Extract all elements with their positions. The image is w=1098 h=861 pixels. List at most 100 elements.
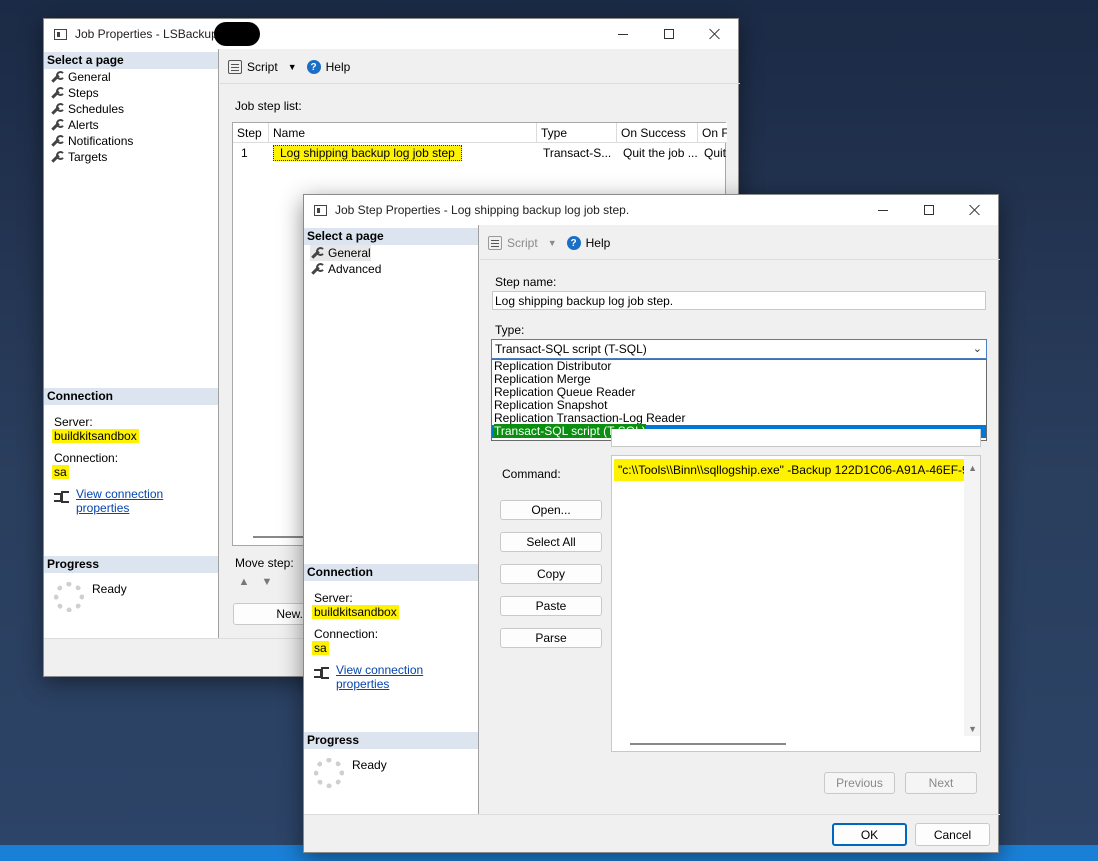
wrench-icon: [50, 151, 65, 163]
step-name-input[interactable]: [492, 291, 986, 310]
page-advanced[interactable]: Advanced: [310, 261, 381, 277]
progress-spinner-icon: [54, 582, 84, 612]
job-step-properties-window: Job Step Properties - Log shipping backu…: [303, 194, 1000, 853]
horizontal-scrollbar-thumb[interactable]: [630, 743, 786, 745]
ok-button[interactable]: OK: [832, 823, 907, 846]
cell-on-success[interactable]: Quit the job ...: [619, 143, 698, 163]
open-button[interactable]: Open...: [500, 500, 602, 520]
close-button[interactable]: [692, 19, 738, 49]
toolbar-separator: [480, 259, 1000, 260]
page-label: Schedules: [68, 102, 125, 116]
toolbar-separator: [220, 83, 740, 84]
wrench-icon: [50, 119, 65, 131]
script-icon: [488, 236, 502, 250]
view-connection-properties-link[interactable]: View connection properties: [76, 487, 218, 515]
script-icon: [228, 60, 242, 74]
job-toolbar: Script ▼ ? Help: [228, 55, 350, 79]
maximize-icon: [924, 205, 934, 215]
script-button[interactable]: Script: [247, 60, 278, 74]
step-window-title: Job Step Properties - Log shipping backu…: [335, 203, 630, 217]
previous-button[interactable]: Previous: [824, 772, 895, 794]
help-button[interactable]: Help: [326, 60, 351, 74]
progress-spinner-icon: [314, 758, 344, 788]
page-schedules[interactable]: Schedules: [50, 101, 124, 117]
paste-button[interactable]: Paste: [500, 596, 602, 616]
page-notifications[interactable]: Notifications: [50, 133, 133, 149]
page-label: General: [68, 70, 111, 84]
page-label: Alerts: [68, 118, 99, 132]
server-value: buildkitsandbox: [52, 429, 139, 443]
page-label: Advanced: [328, 262, 382, 276]
column-header-on-success[interactable]: On Success: [617, 123, 698, 143]
page-steps[interactable]: Steps: [50, 85, 99, 101]
select-page-header: Select a page: [304, 228, 478, 245]
next-button[interactable]: Next: [905, 772, 977, 794]
cancel-button[interactable]: Cancel: [915, 823, 990, 846]
step-name-label: Step name:: [495, 275, 557, 289]
wrench-icon: [50, 71, 65, 83]
parse-button[interactable]: Parse: [500, 628, 602, 648]
cell-on-failure[interactable]: Quit: [700, 143, 727, 163]
select-page-header: Select a page: [44, 52, 218, 69]
command-textarea[interactable]: "c:\\Tools\\Binn\\sqllogship.exe" -Backu…: [611, 455, 981, 752]
connection-label: Connection:: [314, 627, 379, 641]
close-button[interactable]: [952, 195, 998, 225]
page-alerts[interactable]: Alerts: [50, 117, 99, 133]
minimize-icon: [878, 209, 888, 211]
server-value: buildkitsandbox: [312, 605, 399, 619]
type-select[interactable]: Transact-SQL script (T-SQL) ⌄: [491, 339, 987, 359]
move-up-button[interactable]: ▲: [235, 573, 253, 591]
select-all-button[interactable]: Select All: [500, 532, 602, 552]
column-header-name[interactable]: Name: [269, 123, 537, 143]
scroll-up-icon[interactable]: ▲: [968, 459, 977, 477]
arrow-up-icon: ▲: [238, 576, 250, 588]
caret-down-icon[interactable]: ▼: [548, 238, 557, 248]
column-header-type[interactable]: Type: [537, 123, 617, 143]
arrow-down-icon: ▼: [261, 576, 273, 588]
page-general[interactable]: General: [310, 245, 371, 261]
wrench-icon: [50, 103, 65, 115]
redacted-block: [213, 22, 260, 46]
maximize-button[interactable]: [906, 195, 952, 225]
script-button[interactable]: Script: [507, 236, 538, 250]
progress-status: Ready: [352, 758, 387, 772]
connection-plug-icon: [54, 489, 69, 503]
minimize-button[interactable]: [600, 19, 646, 49]
vertical-scrollbar[interactable]: [964, 456, 980, 736]
chevron-down-icon: ⌄: [972, 343, 982, 355]
caret-down-icon[interactable]: ▼: [288, 62, 297, 72]
step-left-pane: Select a page General Advanced Connectio…: [304, 225, 479, 814]
cell-type[interactable]: Transact-S...: [539, 143, 617, 163]
page-targets[interactable]: Targets: [50, 149, 107, 165]
connection-header: Connection: [304, 564, 478, 581]
connection-value: sa: [52, 465, 69, 479]
connection-header: Connection: [44, 388, 218, 405]
type-select-value: Transact-SQL script (T-SQL): [495, 342, 647, 356]
column-header-step[interactable]: Step: [233, 123, 269, 143]
maximize-button[interactable]: [646, 19, 692, 49]
maximize-icon: [664, 29, 674, 39]
connection-label: Connection:: [54, 451, 119, 465]
cell-step[interactable]: 1: [237, 143, 267, 163]
scroll-down-icon[interactable]: ▼: [968, 720, 977, 738]
help-icon: ?: [306, 60, 321, 74]
copy-button[interactable]: Copy: [500, 564, 602, 584]
cell-name[interactable]: Log shipping backup log job step: [269, 143, 537, 163]
wrench-icon: [50, 135, 65, 147]
progress-status: Ready: [92, 582, 127, 596]
help-button[interactable]: Help: [586, 236, 611, 250]
progress-header: Progress: [304, 732, 478, 749]
database-input-partial[interactable]: [611, 429, 981, 447]
job-window-title: Job Properties - LSBackup: [75, 27, 218, 41]
page-general[interactable]: General: [50, 69, 111, 85]
cell-name-text: Log shipping backup log job step: [273, 145, 462, 161]
job-step-list-label: Job step list:: [235, 99, 302, 113]
minimize-button[interactable]: [860, 195, 906, 225]
page-label: Notifications: [68, 134, 134, 148]
page-label: Targets: [68, 150, 108, 164]
connection-value: sa: [312, 641, 329, 655]
view-connection-properties-link[interactable]: View connection properties: [336, 663, 478, 691]
column-header-on-failure[interactable]: On F: [698, 123, 727, 143]
move-down-button[interactable]: ▼: [258, 573, 276, 591]
page-label: General: [328, 246, 371, 260]
